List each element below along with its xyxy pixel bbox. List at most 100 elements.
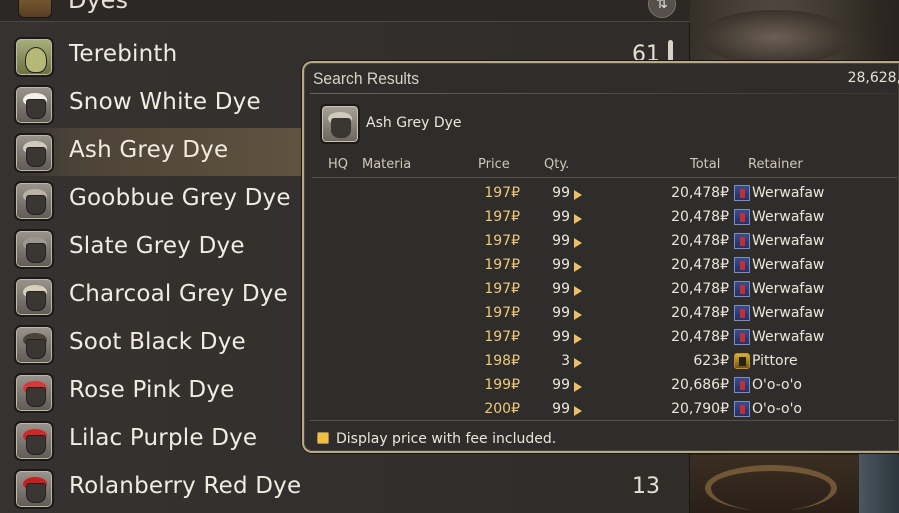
sort-arrows-icon[interactable]: ⇅ (648, 0, 676, 18)
retainer-icon (734, 377, 750, 393)
play-arrow-icon[interactable] (574, 334, 582, 344)
retainer-icon (734, 329, 750, 345)
table-row[interactable]: 197₽ 99 20,478₽ Werwafaw (314, 181, 894, 205)
dye-pot-icon (14, 469, 54, 509)
price-cell: 200₽ (484, 401, 520, 417)
retainer-icon (734, 281, 750, 297)
retainer-icon (734, 257, 750, 273)
qty-cell: 99 (552, 305, 570, 321)
total-cell: 20,478₽ (671, 257, 729, 273)
play-arrow-icon[interactable] (574, 190, 582, 200)
dye-name: Soot Black Dye (69, 329, 246, 355)
divider (310, 93, 895, 94)
fee-checkbox-label[interactable]: Display price with fee included. (336, 431, 556, 447)
dye-name: Rose Pink Dye (69, 377, 235, 403)
dye-category-icon (18, 0, 52, 18)
retainer-cell: Werwafaw (752, 281, 825, 297)
table-row[interactable]: 197₽ 99 20,478₽ Werwafaw (314, 253, 894, 277)
retainer-cell: O'o-o'o (752, 377, 802, 393)
dye-name: Terebinth (69, 41, 178, 67)
qty-cell: 99 (552, 377, 570, 393)
play-arrow-icon[interactable] (574, 310, 582, 320)
table-row[interactable]: 198₽ 3 623₽ Pittore (314, 349, 894, 373)
window-title: Search Results (313, 69, 420, 88)
dye-pot-icon (14, 373, 54, 413)
dye-pot-icon (14, 181, 54, 221)
dye-pot-icon (14, 421, 54, 461)
dye-name: Slate Grey Dye (69, 233, 245, 259)
qty-cell: 99 (552, 401, 570, 417)
gil-balance: 28,628, (847, 70, 899, 86)
category-label: Dyes (68, 0, 128, 14)
dye-name: Rolanberry Red Dye (69, 473, 302, 499)
table-row[interactable]: 197₽ 99 20,478₽ Werwafaw (314, 301, 894, 325)
play-arrow-icon[interactable] (574, 406, 582, 416)
dye-pot-icon (14, 325, 54, 365)
dye-pot-icon (14, 85, 54, 125)
retainer-icon (734, 209, 750, 225)
dye-name: Lilac Purple Dye (69, 425, 258, 451)
total-cell: 20,478₽ (671, 185, 729, 201)
item-name: Ash Grey Dye (366, 115, 462, 131)
retainer-cell: Werwafaw (752, 233, 825, 249)
column-total[interactable]: Total (690, 157, 720, 172)
table-row[interactable]: 197₽ 99 20,478₽ Werwafaw (314, 205, 894, 229)
play-arrow-icon[interactable] (574, 382, 582, 392)
dye-name: Snow White Dye (69, 89, 261, 115)
price-cell: 197₽ (484, 329, 520, 345)
column-retainer[interactable]: Retainer (748, 157, 803, 172)
dye-pot-icon (14, 229, 54, 269)
price-cell: 197₽ (484, 305, 520, 321)
price-cell: 197₽ (484, 209, 520, 225)
bottle-icon (14, 37, 54, 77)
qty-cell: 99 (552, 233, 570, 249)
divider (312, 177, 897, 178)
price-cell: 198₽ (484, 353, 520, 369)
dye-name: Ash Grey Dye (69, 137, 229, 163)
fee-checkbox[interactable] (317, 432, 329, 444)
dye-pot-icon (14, 277, 54, 317)
scene-rock (700, 10, 850, 65)
total-cell: 20,478₽ (671, 329, 729, 345)
price-cell: 199₽ (484, 377, 520, 393)
total-cell: 623₽ (693, 353, 729, 369)
play-arrow-icon[interactable] (574, 238, 582, 248)
dye-list-item[interactable]: Rolanberry Red Dye 13 (8, 464, 668, 512)
play-arrow-icon[interactable] (574, 262, 582, 272)
retainer-icon (734, 233, 750, 249)
total-cell: 20,478₽ (671, 305, 729, 321)
retainer-cell: Werwafaw (752, 185, 825, 201)
play-arrow-icon[interactable] (574, 286, 582, 296)
dye-name: Goobbue Grey Dye (69, 185, 291, 211)
retainer-icon (734, 185, 750, 201)
retainer-cell: Pittore (752, 353, 798, 369)
dye-name: Charcoal Grey Dye (69, 281, 288, 307)
search-results-window: Search Results 28,628, Ash Grey Dye HQ M… (302, 61, 899, 453)
price-cell: 197₽ (484, 281, 520, 297)
qty-cell: 99 (552, 329, 570, 345)
table-row[interactable]: 197₽ 99 20,478₽ Werwafaw (314, 229, 894, 253)
table-row[interactable]: 199₽ 99 20,686₽ O'o-o'o (314, 373, 894, 397)
qty-cell: 99 (552, 257, 570, 273)
play-arrow-icon[interactable] (574, 214, 582, 224)
column-materia[interactable]: Materia (362, 157, 411, 172)
total-cell: 20,790₽ (671, 401, 729, 417)
price-cell: 197₽ (484, 233, 520, 249)
price-cell: 197₽ (484, 257, 520, 273)
retainer-icon (734, 353, 750, 369)
column-hq[interactable]: HQ (328, 157, 348, 172)
retainer-icon (734, 401, 750, 417)
table-row[interactable]: 197₽ 99 20,478₽ Werwafaw (314, 325, 894, 349)
column-price[interactable]: Price (478, 157, 510, 172)
column-qty[interactable]: Qty. (544, 157, 569, 172)
table-row[interactable]: 200₽ 99 20,790₽ O'o-o'o (314, 397, 894, 421)
retainer-cell: Werwafaw (752, 209, 825, 225)
qty-cell: 99 (552, 281, 570, 297)
table-row[interactable]: 197₽ 99 20,478₽ Werwafaw (314, 277, 894, 301)
play-arrow-icon[interactable] (574, 358, 582, 368)
qty-cell: 99 (552, 185, 570, 201)
retainer-cell: O'o-o'o (752, 401, 802, 417)
total-cell: 20,686₽ (671, 377, 729, 393)
price-cell: 197₽ (484, 185, 520, 201)
qty-cell: 99 (552, 209, 570, 225)
